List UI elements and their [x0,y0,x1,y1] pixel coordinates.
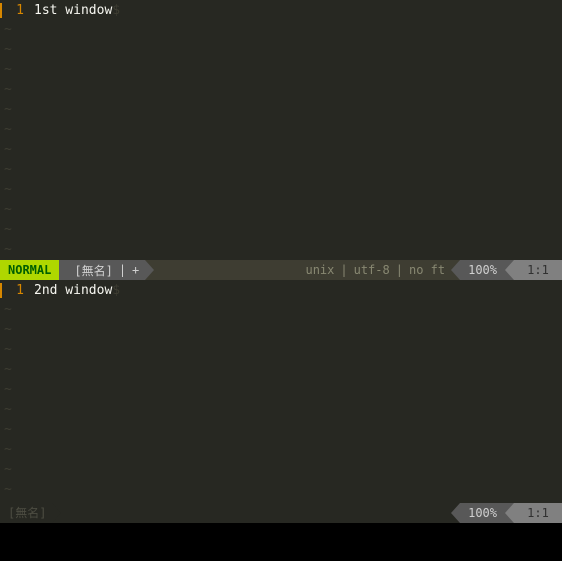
separator-icon [59,260,68,280]
separator-icon: | [119,263,126,277]
separator-icon [505,503,514,523]
filetype: no ft [409,263,445,277]
pane-2[interactable]: 1 2nd window$ ~ ~ ~ ~ ~ ~ ~ ~ ~ ~ [0,280,562,503]
line-content[interactable]: 1st window$ [30,3,120,18]
line-number: 1 [0,283,30,298]
filename: [無名] [74,262,112,279]
empty-line: ~ [0,180,562,200]
eol-marker: $ [112,3,120,18]
statusline-active: NORMAL [無名] | + unix | utf-8 | no ft 100… [0,260,562,280]
empty-line: ~ [0,20,562,40]
empty-line: ~ [0,400,562,420]
command-line[interactable] [0,523,562,561]
empty-line: ~ [0,160,562,180]
empty-line: ~ [0,360,562,380]
empty-line: ~ [0,320,562,340]
separator-icon: | [396,263,403,277]
file-info: [無名] [0,503,52,523]
empty-line: ~ [0,120,562,140]
separator-icon [505,260,514,280]
empty-line: ~ [0,240,562,260]
line-number: 1 [0,3,30,18]
empty-line: ~ [0,60,562,80]
line-content[interactable]: 2nd window$ [30,283,120,298]
empty-line: ~ [0,100,562,120]
empty-line: ~ [0,80,562,100]
mode-indicator: NORMAL [0,260,59,280]
cursor-position: 1:1 [514,260,562,280]
empty-line: ~ [0,200,562,220]
empty-line: ~ [0,380,562,400]
empty-line: ~ [0,440,562,460]
encoding: utf-8 [354,263,390,277]
empty-line: ~ [0,140,562,160]
separator-icon [145,260,154,280]
buffer-line[interactable]: 1 2nd window$ [0,280,562,300]
buffer-line[interactable]: 1 1st window$ [0,0,562,20]
separator-icon [451,503,460,523]
empty-line: ~ [0,40,562,60]
scroll-percent: 100% [460,503,505,523]
fileformat: unix [305,263,334,277]
empty-line: ~ [0,480,562,500]
filename: [無名] [8,504,46,521]
file-meta: unix | utf-8 | no ft [299,260,451,280]
empty-line: ~ [0,340,562,360]
file-info: [無名] | + [68,260,145,280]
statusline-inactive: [無名] 100% 1:1 [0,503,562,523]
separator-icon [451,260,460,280]
empty-line: ~ [0,460,562,480]
empty-line: ~ [0,220,562,240]
vim-editor: 1 1st window$ ~ ~ ~ ~ ~ ~ ~ ~ ~ ~ ~ ~ NO… [0,0,562,561]
modified-flag: + [132,263,139,277]
pane-1[interactable]: 1 1st window$ ~ ~ ~ ~ ~ ~ ~ ~ ~ ~ ~ ~ [0,0,562,260]
cursor-position: 1:1 [514,503,562,523]
empty-line: ~ [0,300,562,320]
scroll-percent: 100% [460,260,505,280]
separator-icon [52,503,61,523]
separator-icon: | [340,263,347,277]
empty-line: ~ [0,420,562,440]
eol-marker: $ [112,283,120,298]
